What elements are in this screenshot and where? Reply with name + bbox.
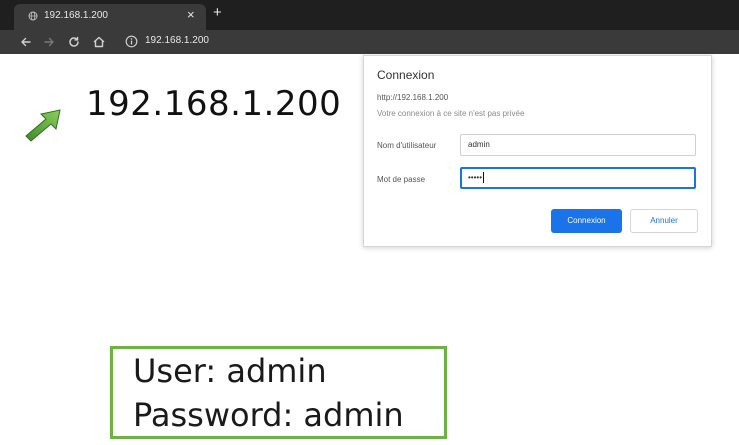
home-icon[interactable] [91, 34, 107, 50]
reload-icon[interactable] [66, 34, 82, 50]
browser-toolbar: 192.168.1.200 [0, 30, 739, 54]
globe-icon [28, 11, 38, 21]
password-credential-line: Password: admin [133, 396, 404, 434]
username-field[interactable]: admin [460, 134, 696, 156]
green-arrow-icon [25, 109, 61, 142]
connexion-button[interactable]: Connexion [551, 209, 622, 233]
tab-title: 192.168.1.200 [44, 10, 108, 21]
info-icon[interactable] [125, 35, 138, 48]
browser-tab-bar: 192.168.1.200 × + [0, 0, 739, 30]
back-arrow-icon[interactable] [18, 34, 34, 50]
ip-address-heading: 192.168.1.200 [86, 84, 342, 124]
privacy-note: Votre connexion à ce site n'est pas priv… [377, 109, 525, 118]
auth-dialog: Connexion http://192.168.1.200 Votre con… [363, 55, 712, 247]
address-bar[interactable]: 192.168.1.200 [145, 35, 209, 46]
password-field[interactable]: ••••• [460, 167, 696, 189]
page: 192.168.1.200 × + 192.168.1.200 192.168.… [0, 0, 739, 445]
username-label: Nom d'utilisateur [377, 141, 437, 150]
user-credential-line: User: admin [133, 352, 327, 390]
password-label: Mot de passe [377, 175, 426, 184]
forward-arrow-icon[interactable] [41, 34, 57, 50]
plus-icon[interactable]: + [213, 5, 222, 21]
dialog-url: http://192.168.1.200 [377, 93, 449, 102]
cancel-button[interactable]: Annuler [630, 209, 698, 233]
browser-tab[interactable]: 192.168.1.200 × [14, 4, 206, 30]
dialog-title: Connexion [377, 68, 435, 82]
credentials-box: User: admin Password: admin [110, 346, 447, 439]
close-icon[interactable]: × [187, 8, 195, 22]
text-caret [483, 172, 485, 184]
password-value: ••••• [468, 173, 483, 182]
username-value: admin [468, 140, 490, 149]
